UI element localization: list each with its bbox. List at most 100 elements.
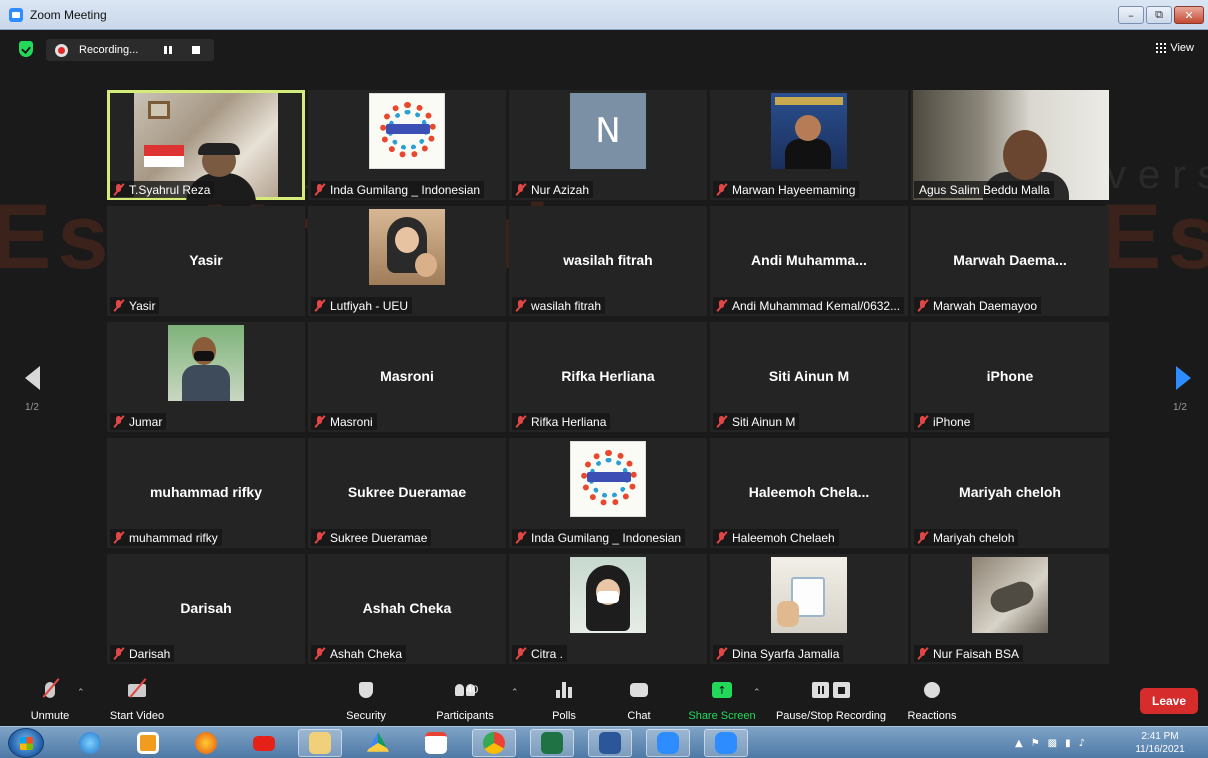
mic-muted-icon: [514, 415, 528, 428]
participant-name-label: Andi Muhammad Kemal/0632...: [713, 297, 905, 314]
polls-label: Polls: [552, 710, 576, 722]
reactions-button[interactable]: Reactions: [904, 678, 960, 724]
participant-tile[interactable]: muhammad rifky muhammad rifky: [107, 438, 305, 548]
firefox-icon[interactable]: [184, 729, 228, 757]
participant-tile[interactable]: Lutfiyah - UEU: [308, 206, 506, 316]
participant-tile[interactable]: Haleemoh Chela... Haleemoh Chelaeh: [710, 438, 908, 548]
minimize-button[interactable]: –: [1118, 6, 1144, 24]
participant-tile[interactable]: Dina Syarfa Jamalia: [710, 554, 908, 664]
zoom-taskbar-icon[interactable]: [646, 729, 690, 757]
excel-icon[interactable]: [530, 729, 574, 757]
security-button[interactable]: Security: [340, 678, 392, 724]
participant-tile[interactable]: Darisah Darisah: [107, 554, 305, 664]
participant-tile[interactable]: Siti Ainun M Siti Ainun M: [710, 322, 908, 432]
previous-page-arrow-icon[interactable]: [25, 366, 40, 390]
participant-name: Marwah Daemayoo: [933, 298, 1038, 313]
participant-display-name: wasilah fitrah: [563, 252, 653, 268]
participant-tile[interactable]: Mariyah cheloh Mariyah cheloh: [911, 438, 1109, 548]
participant-name-label: Rifka Herliana: [512, 413, 611, 430]
restore-button[interactable]: ⧉: [1146, 6, 1172, 24]
title-bar: Zoom Meeting – ⧉ ✕: [0, 0, 1208, 30]
stop-recording-icon[interactable]: [192, 46, 201, 54]
leave-button[interactable]: Leave: [1140, 688, 1198, 714]
file-explorer-icon[interactable]: [298, 729, 342, 757]
participant-display-name: Ashah Cheka: [362, 600, 452, 616]
participant-tile[interactable]: Nur Faisah BSA: [911, 554, 1109, 664]
participant-profile-picture: [168, 325, 244, 401]
network-icon[interactable]: ▩: [1048, 738, 1057, 749]
view-button[interactable]: View: [1156, 42, 1194, 54]
share-options-caret-icon[interactable]: ⌃: [753, 688, 761, 698]
taskbar-clock[interactable]: 2:41 PM 11/16/2021: [1130, 730, 1190, 756]
participant-name: iPhone: [933, 414, 971, 429]
participant-tile[interactable]: Inda Gumilang _ Indonesian: [308, 90, 506, 200]
chat-label: Chat: [627, 710, 651, 722]
tray-expand-icon[interactable]: ▲: [1015, 738, 1023, 749]
participant-tile[interactable]: Rifka Herliana Rifka Herliana: [509, 322, 707, 432]
participant-profile-picture: [972, 557, 1048, 633]
participant-tile[interactable]: Inda Gumilang _ Indonesian: [509, 438, 707, 548]
participant-tile[interactable]: Masroni Masroni: [308, 322, 506, 432]
pause-stop-recording-button[interactable]: Pause/Stop Recording: [773, 678, 889, 724]
participant-name: Agus Salim Beddu Malla: [919, 182, 1050, 197]
zoom-taskbar-icon[interactable]: [704, 729, 748, 757]
participant-display-name: Haleemoh Chela...: [748, 484, 870, 500]
participant-display-name: Darisah: [180, 600, 232, 616]
participants-caret-icon[interactable]: ⌃: [511, 688, 519, 698]
mic-muted-icon: [514, 183, 528, 196]
participant-display-name: Yasir: [189, 252, 223, 268]
encryption-shield-icon[interactable]: [19, 41, 33, 57]
participant-tile[interactable]: iPhone iPhone: [911, 322, 1109, 432]
polls-button[interactable]: Polls: [547, 678, 581, 724]
signal-icon[interactable]: ▮: [1065, 738, 1071, 749]
participant-tile[interactable]: Sukree Dueramae Sukree Dueramae: [308, 438, 506, 548]
mic-muted-icon: [112, 531, 126, 544]
media-player-icon[interactable]: [126, 729, 170, 757]
participant-tile[interactable]: Agus Salim Beddu Malla: [911, 90, 1109, 200]
share-screen-button[interactable]: ↑ Share Screen: [687, 678, 757, 724]
participant-tile[interactable]: N Nur Azizah: [509, 90, 707, 200]
share-screen-arrow-icon: ↑: [712, 678, 732, 702]
mic-muted-icon: [313, 415, 327, 428]
start-video-button[interactable]: Start Video: [104, 678, 170, 724]
mic-muted-icon: [916, 531, 930, 544]
participant-tile[interactable]: Andi Muhamma... Andi Muhammad Kemal/0632.…: [710, 206, 908, 316]
page-indicator-right: 1/2: [1173, 402, 1187, 413]
next-page-arrow-icon[interactable]: [1176, 366, 1191, 390]
participant-name: Marwan Hayeemaming: [732, 182, 856, 197]
participant-name: Yasir: [129, 298, 156, 313]
close-button[interactable]: ✕: [1174, 6, 1204, 24]
watermark-text: Esa: [1100, 186, 1208, 288]
action-center-flag-icon[interactable]: ⚑: [1031, 738, 1040, 749]
volume-icon[interactable]: ♪: [1079, 738, 1085, 749]
participant-display-name: Siti Ainun M: [768, 368, 850, 384]
chrome-icon[interactable]: [472, 729, 516, 757]
youtube-icon[interactable]: [242, 729, 286, 757]
participants-button[interactable]: 40 Participants: [432, 678, 498, 724]
participant-name-label: Nur Faisah BSA: [914, 645, 1024, 662]
start-orb-icon[interactable]: [8, 728, 44, 758]
participant-tile[interactable]: Citra .: [509, 554, 707, 664]
participant-name: Jumar: [129, 414, 163, 429]
audio-options-caret-icon[interactable]: ⌃: [77, 688, 85, 698]
participant-tile[interactable]: Marwan Hayeemaming: [710, 90, 908, 200]
word-icon[interactable]: [588, 729, 632, 757]
internet-explorer-icon[interactable]: [68, 729, 112, 757]
participant-tile[interactable]: Marwah Daema... Marwah Daemayoo: [911, 206, 1109, 316]
pause-recording-icon[interactable]: [164, 46, 173, 54]
participant-name-label: Inda Gumilang _ Indonesian: [311, 181, 485, 198]
participant-tile[interactable]: Ashah Cheka Ashah Cheka: [308, 554, 506, 664]
participant-display-name: Rifka Herliana: [561, 368, 655, 384]
participant-tile[interactable]: Jumar: [107, 322, 305, 432]
chat-button[interactable]: Chat: [622, 678, 656, 724]
google-drive-icon[interactable]: [356, 729, 400, 757]
security-shield-icon: [359, 678, 373, 702]
unmute-button[interactable]: Unmute: [28, 678, 72, 724]
recording-dot-icon: [55, 43, 68, 57]
gmail-icon[interactable]: [414, 729, 458, 757]
participant-tile[interactable]: Yasir Yasir: [107, 206, 305, 316]
recording-indicator: Recording...: [46, 39, 214, 61]
participant-tile[interactable]: wasilah fitrah wasilah fitrah: [509, 206, 707, 316]
participant-tile[interactable]: T.Syahrul Reza: [107, 90, 305, 200]
security-label: Security: [346, 710, 386, 722]
